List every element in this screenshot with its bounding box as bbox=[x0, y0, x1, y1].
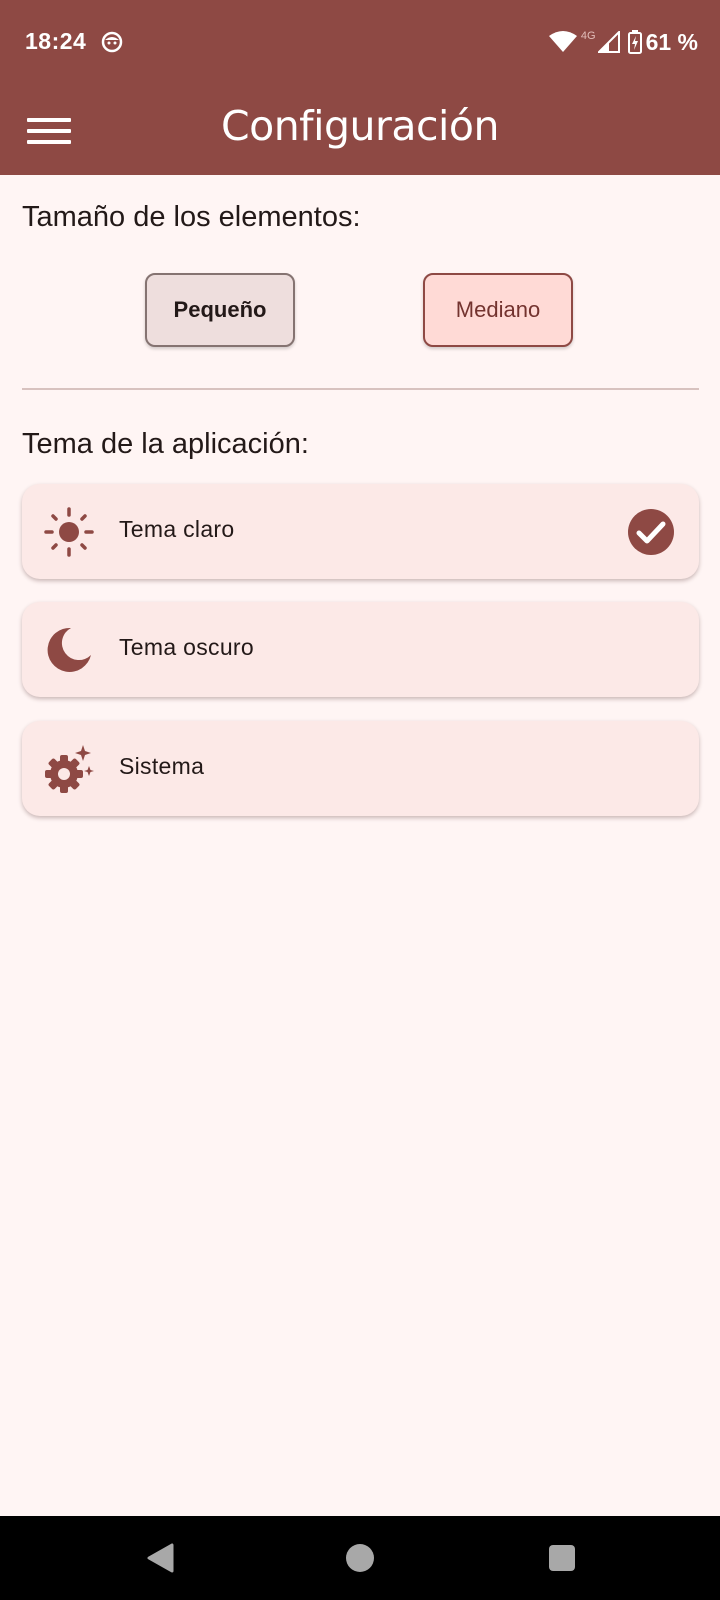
status-time: 18:24 bbox=[25, 28, 87, 54]
signal-icon bbox=[597, 31, 620, 53]
theme-option-system[interactable]: Sistema bbox=[22, 721, 699, 816]
theme-option-dark[interactable]: Tema oscuro bbox=[22, 602, 699, 697]
sun-icon bbox=[44, 507, 94, 557]
wifi-icon bbox=[548, 31, 577, 53]
theme-option-label: Tema claro bbox=[119, 516, 235, 542]
status-bar: 18:24 4G 61 % bbox=[0, 0, 720, 88]
settings-auto-icon bbox=[44, 744, 94, 794]
check-circle-icon bbox=[627, 508, 675, 556]
status-icons: 4G 61 % bbox=[548, 26, 698, 58]
size-medium-button[interactable]: Mediano bbox=[423, 273, 573, 347]
theme-option-label: Sistema bbox=[119, 753, 205, 779]
theme-option-label: Tema oscuro bbox=[119, 634, 254, 660]
home-icon[interactable] bbox=[315, 1516, 405, 1600]
app-bar: Configuración bbox=[0, 88, 720, 175]
theme-section-title: Tema de la aplicación: bbox=[22, 428, 309, 460]
theme-option-light[interactable]: Tema claro bbox=[22, 484, 699, 579]
moon-icon bbox=[44, 625, 94, 675]
size-small-button[interactable]: Pequeño bbox=[145, 273, 295, 347]
divider bbox=[22, 388, 699, 390]
battery-percent: 61 % bbox=[645, 28, 698, 55]
page-title: Configuración bbox=[220, 102, 500, 150]
battery-icon bbox=[627, 30, 642, 54]
notification-face-icon bbox=[101, 31, 123, 58]
back-icon[interactable] bbox=[115, 1516, 205, 1600]
recents-icon[interactable] bbox=[517, 1516, 607, 1600]
size-section-title: Tamaño de los elementos: bbox=[22, 201, 361, 233]
network-type-label: 4G bbox=[580, 30, 596, 42]
system-nav-bar bbox=[0, 1516, 720, 1600]
